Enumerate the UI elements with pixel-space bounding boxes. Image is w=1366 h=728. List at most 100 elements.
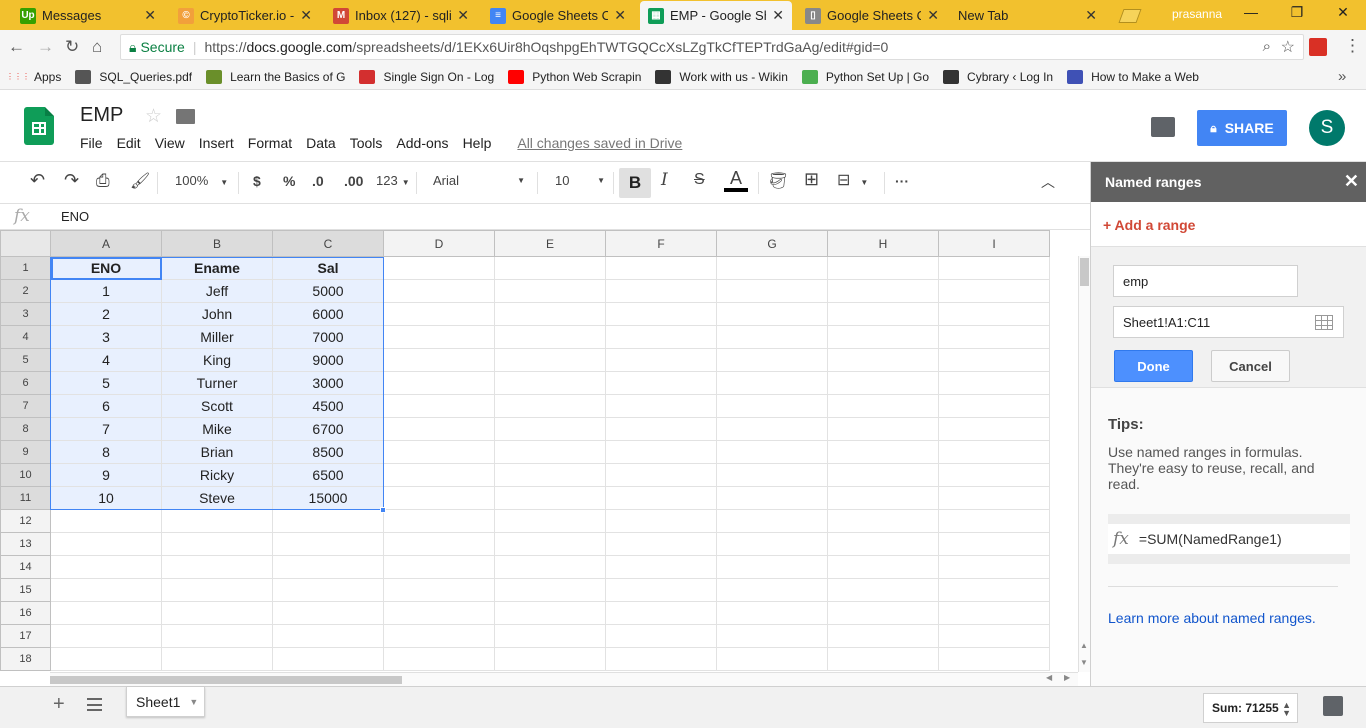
cell[interactable] <box>494 256 606 280</box>
profile-name[interactable]: prasanna <box>1172 7 1222 21</box>
cell[interactable]: 7000 <box>272 325 384 349</box>
currency-format-button[interactable]: $ <box>253 173 261 189</box>
cell[interactable] <box>161 532 273 556</box>
browser-tab[interactable]: © CryptoTicker.io - N ✕ <box>170 1 320 30</box>
cell[interactable] <box>50 647 162 671</box>
cell[interactable] <box>383 647 495 671</box>
cell[interactable] <box>161 555 273 579</box>
cell[interactable] <box>383 532 495 556</box>
scroll-down-icon[interactable]: ▼ <box>1080 658 1088 667</box>
font-select[interactable]: Arial ▼ <box>433 173 525 188</box>
scroll-up-icon[interactable]: ▲ <box>1080 641 1088 650</box>
cell[interactable]: 6700 <box>272 417 384 441</box>
cell[interactable] <box>938 325 1050 349</box>
cell[interactable]: 1 <box>50 279 162 303</box>
tab-close-icon[interactable]: ✕ <box>457 7 469 24</box>
cell[interactable]: Ricky <box>161 463 273 487</box>
cell[interactable] <box>494 486 606 510</box>
cell[interactable] <box>605 555 717 579</box>
cell[interactable] <box>272 532 384 556</box>
cell[interactable]: 9000 <box>272 348 384 372</box>
bookmark-item[interactable]: Learn the Basics of G <box>206 69 345 84</box>
cell[interactable] <box>161 624 273 648</box>
cell[interactable] <box>272 647 384 671</box>
avatar[interactable]: S <box>1309 110 1345 146</box>
cell[interactable] <box>716 624 828 648</box>
cell[interactable] <box>494 463 606 487</box>
cancel-button[interactable]: Cancel <box>1211 350 1290 382</box>
column-header[interactable]: I <box>938 230 1050 257</box>
cell[interactable] <box>383 463 495 487</box>
explore-icon[interactable] <box>1323 696 1343 716</box>
more-bookmarks-icon[interactable]: » <box>1338 68 1346 85</box>
cell[interactable] <box>827 371 939 395</box>
range-name-input[interactable]: emp <box>1113 265 1298 297</box>
cell[interactable] <box>161 509 273 533</box>
row-header[interactable]: 6 <box>0 371 51 395</box>
cell[interactable]: Jeff <box>161 279 273 303</box>
row-header[interactable]: 2 <box>0 279 51 303</box>
decrease-decimal-button[interactable]: .0 <box>312 173 324 189</box>
undo-icon[interactable]: ↶ <box>30 170 45 191</box>
cell[interactable]: 3 <box>50 325 162 349</box>
cell[interactable] <box>494 417 606 441</box>
menu-help[interactable]: Help <box>463 135 492 151</box>
cell[interactable] <box>938 394 1050 418</box>
bold-button[interactable]: B <box>619 168 651 198</box>
column-header[interactable]: G <box>716 230 828 257</box>
cell[interactable] <box>827 555 939 579</box>
tab-close-icon[interactable]: ✕ <box>144 7 156 24</box>
cell[interactable] <box>716 647 828 671</box>
collapse-menus-icon[interactable]: ︿ <box>1041 172 1055 192</box>
cell[interactable] <box>494 624 606 648</box>
bookmark-item[interactable]: Cybrary ‹ Log In <box>943 69 1053 84</box>
cell[interactable] <box>827 486 939 510</box>
cell[interactable]: Steve <box>161 486 273 510</box>
cell[interactable] <box>938 417 1050 441</box>
increase-decimal-button[interactable]: .00 <box>344 173 363 189</box>
cell[interactable] <box>827 325 939 349</box>
row-header[interactable]: 8 <box>0 417 51 441</box>
cell[interactable] <box>50 555 162 579</box>
range-reference-input[interactable]: Sheet1!A1:C11 <box>1113 306 1344 338</box>
cell[interactable] <box>494 647 606 671</box>
extension-icon[interactable] <box>1309 38 1327 56</box>
home-icon[interactable]: ⌂ <box>92 37 102 57</box>
cell[interactable] <box>605 647 717 671</box>
cell[interactable]: 10 <box>50 486 162 510</box>
forward-icon[interactable]: → <box>37 37 54 57</box>
cell[interactable]: King <box>161 348 273 372</box>
cell[interactable]: 8 <box>50 440 162 464</box>
cell[interactable] <box>938 279 1050 303</box>
cell[interactable] <box>605 601 717 625</box>
cell[interactable] <box>605 486 717 510</box>
cell[interactable] <box>938 647 1050 671</box>
tab-close-icon[interactable]: ✕ <box>1085 7 1097 24</box>
cell[interactable] <box>272 555 384 579</box>
cell[interactable] <box>383 371 495 395</box>
cell[interactable] <box>161 578 273 602</box>
cell[interactable] <box>938 509 1050 533</box>
row-header[interactable]: 9 <box>0 440 51 464</box>
cell[interactable]: Miller <box>161 325 273 349</box>
cell[interactable] <box>494 371 606 395</box>
menu-data[interactable]: Data <box>306 135 336 151</box>
merge-cells-icon[interactable]: ⊟ ▼ <box>837 170 868 190</box>
sheet-tab[interactable]: Sheet1 ▼ <box>126 687 205 717</box>
star-icon[interactable]: ☆ <box>145 105 162 128</box>
horizontal-scrollbar[interactable]: ◀ ▶ <box>50 672 1078 686</box>
cell[interactable] <box>605 463 717 487</box>
cell[interactable] <box>827 394 939 418</box>
cell[interactable] <box>383 440 495 464</box>
menu-edit[interactable]: Edit <box>117 135 141 151</box>
spreadsheet-grid[interactable]: ABCDEFGHI 1 ENO Ename Sal 2 1 Jeff 5000 3 2 John 60… <box>0 230 1078 672</box>
select-range-icon[interactable] <box>1315 315 1333 330</box>
cell[interactable]: 4 <box>50 348 162 372</box>
chrome-menu-icon[interactable]: ⋮ <box>1344 36 1361 56</box>
bookmark-item[interactable]: How to Make a Web <box>1067 69 1199 84</box>
cell[interactable] <box>383 302 495 326</box>
reload-icon[interactable]: ↻ <box>65 37 79 57</box>
row-header[interactable]: 3 <box>0 302 51 326</box>
bookmark-item[interactable]: SQL_Queries.pdf <box>75 69 192 84</box>
more-formats-select[interactable]: 123 ▼ <box>376 173 410 188</box>
